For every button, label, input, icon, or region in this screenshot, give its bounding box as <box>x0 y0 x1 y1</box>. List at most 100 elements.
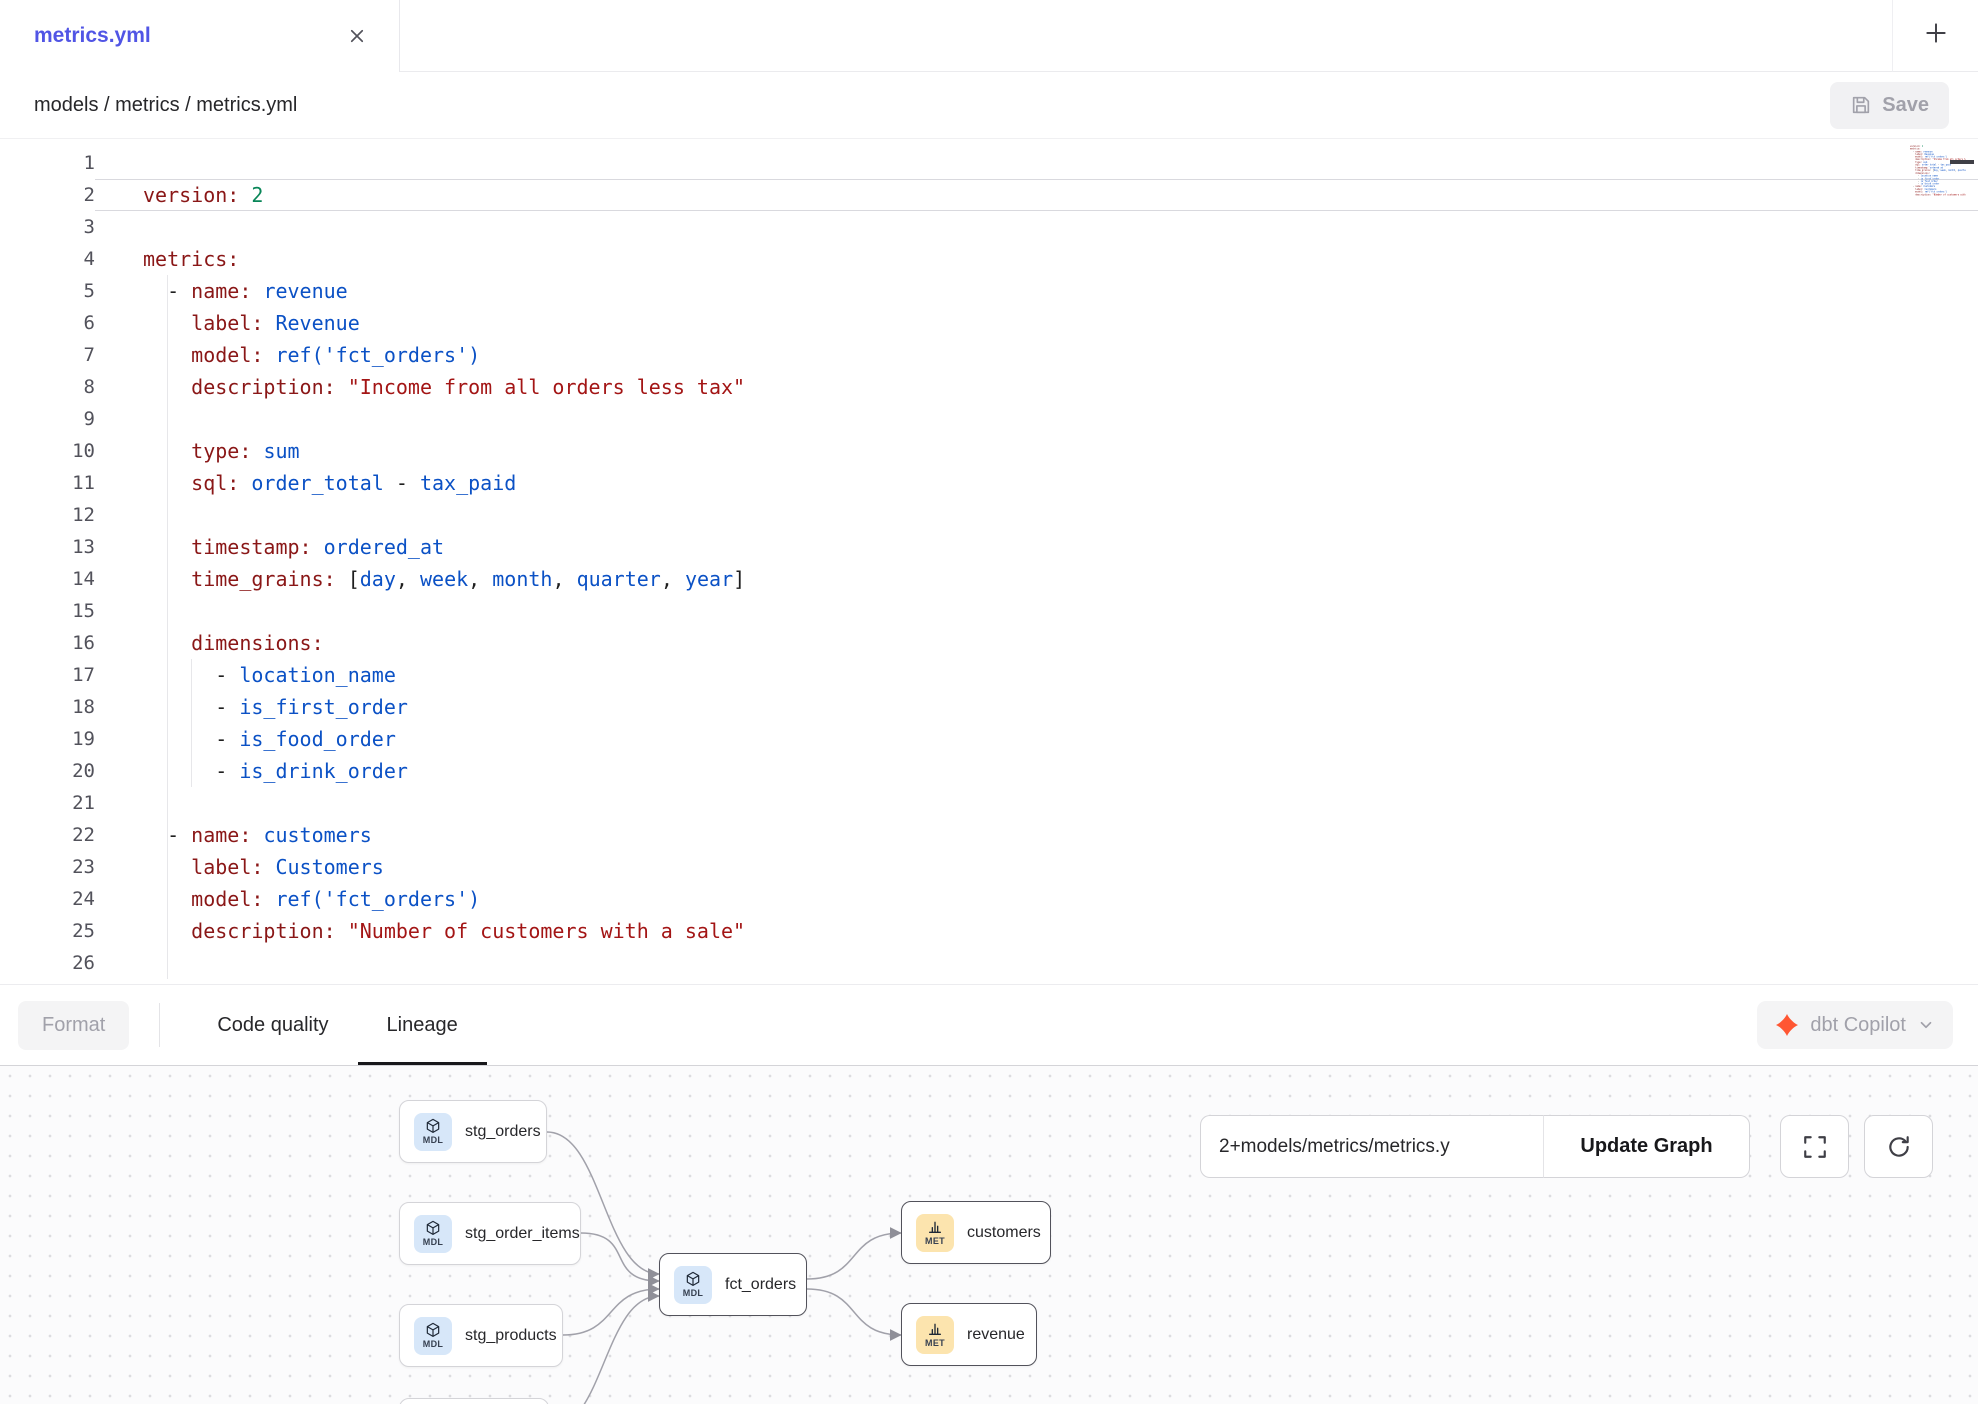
dbt-logo-icon <box>1775 1013 1799 1037</box>
code-line[interactable]: 11 sql: order_total - tax_paid <box>0 467 1978 499</box>
code-text: model: ref('fct_orders') <box>95 339 1978 371</box>
close-icon[interactable] <box>343 22 371 50</box>
code-line[interactable]: 5 - name: revenue <box>0 275 1978 307</box>
new-tab-button[interactable] <box>1892 0 1978 72</box>
code-editor[interactable]: 12version: 234metrics:5 - name: revenue6… <box>0 139 1978 984</box>
line-number: 22 <box>0 819 95 851</box>
code-line[interactable]: 20 - is_drink_order <box>0 755 1978 787</box>
code-text <box>95 211 1978 243</box>
refresh-button[interactable] <box>1864 1115 1933 1178</box>
line-number: 11 <box>0 467 95 499</box>
code-line[interactable]: 25 description: "Number of customers wit… <box>0 915 1978 947</box>
line-number: 18 <box>0 691 95 723</box>
tab-code-quality[interactable]: Code quality <box>188 985 357 1065</box>
line-number: 20 <box>0 755 95 787</box>
code-line[interactable]: 19 - is_food_order <box>0 723 1978 755</box>
lineage-canvas[interactable]: Update Graph MDL stg_orders MDLstg_order_i… <box>0 1066 1978 1404</box>
line-number: 8 <box>0 371 95 403</box>
node-kind-badge: MET <box>925 1236 945 1246</box>
code-text: - is_first_order <box>95 691 1978 723</box>
node-kind-badge: MDL <box>423 1135 443 1145</box>
code-line[interactable]: 16 dimensions: <box>0 627 1978 659</box>
code-line[interactable]: 7 model: ref('fct_orders') <box>0 339 1978 371</box>
line-number: 5 <box>0 275 95 307</box>
overview-ruler-cursor-mark <box>1950 160 1974 164</box>
lineage-node-fct_orders[interactable]: MDL fct_orders <box>659 1253 807 1316</box>
lineage-node-stg_orders[interactable]: MDL stg_orders <box>399 1100 547 1163</box>
toolbar-divider <box>159 1003 160 1047</box>
code-line[interactable]: 3 <box>0 211 1978 243</box>
fullscreen-button[interactable] <box>1780 1115 1849 1178</box>
format-button[interactable]: Format <box>18 1001 129 1050</box>
code-line[interactable]: 17 - location_name <box>0 659 1978 691</box>
code-line[interactable]: 15 <box>0 595 1978 627</box>
line-number: 24 <box>0 883 95 915</box>
node-kind-badge: MET <box>925 1338 945 1348</box>
code-line[interactable]: 2version: 2 <box>0 179 1978 211</box>
model-icon: MDL <box>414 1215 452 1253</box>
code-text: description: "Income from all orders les… <box>95 371 1978 403</box>
code-text: label: Customers <box>95 851 1978 883</box>
code-text: type: sum <box>95 435 1978 467</box>
node-label: customers <box>967 1224 1041 1242</box>
code-line[interactable]: 4metrics: <box>0 243 1978 275</box>
code-line[interactable]: 26 <box>0 947 1978 979</box>
code-line[interactable]: 18 - is_first_order <box>0 691 1978 723</box>
line-number: 1 <box>0 147 95 179</box>
dbt-copilot-button[interactable]: dbt Copilot <box>1757 1001 1953 1049</box>
editor-tab-bar: metrics.yml <box>0 0 1978 72</box>
line-number: 9 <box>0 403 95 435</box>
code-text <box>95 947 1978 979</box>
code-line[interactable]: 9 <box>0 403 1978 435</box>
code-line[interactable]: 24 model: ref('fct_orders') <box>0 883 1978 915</box>
update-graph-button[interactable]: Update Graph <box>1544 1115 1750 1178</box>
tab-lineage[interactable]: Lineage <box>358 985 487 1065</box>
save-button[interactable]: Save <box>1830 82 1949 129</box>
lineage-node-revenue[interactable]: METrevenue <box>901 1303 1037 1366</box>
code-text: - is_drink_order <box>95 755 1978 787</box>
plus-icon <box>1923 20 1949 51</box>
code-text: metrics: <box>95 243 1978 275</box>
code-line[interactable]: 23 label: Customers <box>0 851 1978 883</box>
line-number: 3 <box>0 211 95 243</box>
code-text <box>95 403 1978 435</box>
code-line[interactable]: 12 <box>0 499 1978 531</box>
lineage-node-offscreen[interactable]: MDL <box>399 1398 549 1404</box>
code-text: - is_food_order <box>95 723 1978 755</box>
code-text: - name: revenue <box>95 275 1978 307</box>
breadcrumb: models / metrics / metrics.yml <box>34 94 297 117</box>
save-label: Save <box>1882 94 1929 117</box>
code-line[interactable]: 1 <box>0 147 1978 179</box>
lineage-node-stg_products[interactable]: MDL stg_products <box>399 1304 563 1367</box>
code-line[interactable]: 8 description: "Income from all orders l… <box>0 371 1978 403</box>
line-number: 23 <box>0 851 95 883</box>
line-number: 25 <box>0 915 95 947</box>
lineage-node-stg_order_items[interactable]: MDLstg_order_items <box>399 1202 581 1265</box>
code-line[interactable]: 14 time_grains: [day, week, month, quart… <box>0 563 1978 595</box>
tab-bar-empty-space <box>400 0 1892 72</box>
code-line[interactable]: 6 label: Revenue <box>0 307 1978 339</box>
model-icon: MDL <box>674 1266 712 1304</box>
code-line[interactable]: 22 - name: customers <box>0 819 1978 851</box>
lineage-node-customers[interactable]: MET customers <box>901 1201 1051 1264</box>
code-text: time_grains: [day, week, month, quarter,… <box>95 563 1978 595</box>
code-line[interactable]: 10 type: sum <box>0 435 1978 467</box>
code-text: - name: customers <box>95 819 1978 851</box>
code-line[interactable]: 13 timestamp: ordered_at <box>0 531 1978 563</box>
minimap[interactable]: version: 2metrics: - name: revenue label… <box>1910 145 1966 219</box>
code-text: timestamp: ordered_at <box>95 531 1978 563</box>
line-number: 14 <box>0 563 95 595</box>
node-label: fct_orders <box>725 1276 796 1294</box>
file-header-row: models / metrics / metrics.yml Save <box>0 72 1978 139</box>
graph-selector-input[interactable] <box>1200 1115 1544 1178</box>
line-number: 21 <box>0 787 95 819</box>
chevron-down-icon <box>1917 1016 1935 1034</box>
minimap-content: version: 2metrics: - name: revenue label… <box>1910 145 1966 196</box>
model-icon: MDL <box>414 1317 452 1355</box>
line-number: 26 <box>0 947 95 979</box>
code-text <box>95 595 1978 627</box>
code-line[interactable]: 21 <box>0 787 1978 819</box>
node-label: stg_orders <box>465 1123 541 1141</box>
node-label: stg_products <box>465 1327 557 1345</box>
tab-metrics-yml[interactable]: metrics.yml <box>0 0 400 72</box>
